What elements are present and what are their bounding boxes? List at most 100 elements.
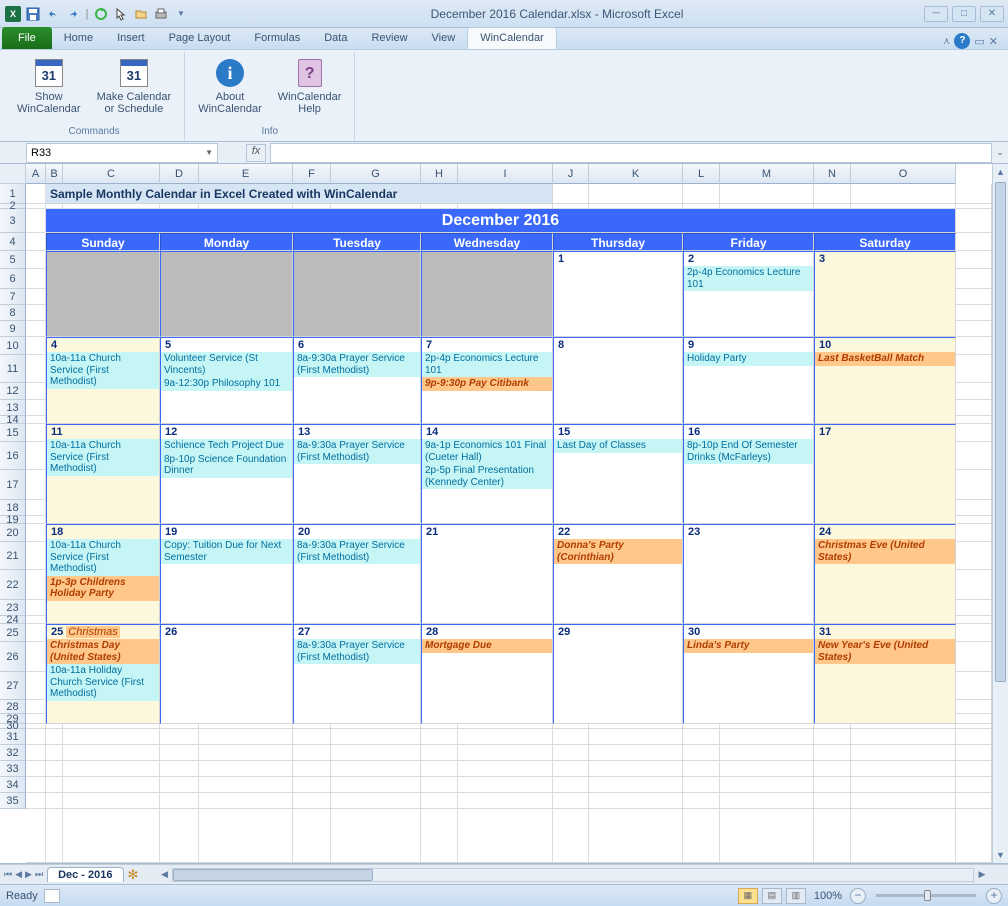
formula-input[interactable] — [270, 143, 992, 163]
name-box-input[interactable] — [31, 147, 205, 159]
row-header[interactable]: 11 — [0, 355, 26, 383]
column-header[interactable]: J — [553, 164, 589, 184]
calendar-event[interactable]: Volunteer Service (St Vincents) — [161, 352, 292, 377]
calendar-event[interactable]: 8a-9:30a Prayer Service (First Methodist… — [294, 539, 420, 564]
column-header[interactable]: F — [293, 164, 331, 184]
page-layout-view-button[interactable]: ▤ — [762, 888, 782, 904]
row-header[interactable]: 16 — [0, 442, 26, 470]
tab-wincalendar[interactable]: WinCalendar — [467, 27, 557, 49]
row-header[interactable]: 35 — [0, 793, 26, 809]
fx-button[interactable]: fx — [246, 144, 266, 162]
row-header[interactable]: 26 — [0, 642, 26, 672]
row-header[interactable]: 10 — [0, 337, 26, 355]
calendar-cell[interactable]: 168p-10p End Of Semester Drinks (McFarle… — [683, 424, 814, 524]
calendar-event[interactable]: 2p-5p Final Presentation (Kennedy Center… — [422, 464, 552, 489]
window-close-icon[interactable]: ✕ — [989, 35, 998, 48]
zoom-slider[interactable] — [876, 894, 976, 897]
help-icon[interactable]: ? — [954, 33, 970, 49]
vertical-scrollbar[interactable]: ▲ ▼ — [992, 164, 1008, 863]
calendar-cell[interactable]: 15 Last Day of Classes — [553, 424, 683, 524]
calendar-event[interactable]: 2p-4p Economics Lecture 101 — [422, 352, 552, 377]
row-header[interactable]: 27 — [0, 672, 26, 700]
expand-formula-icon[interactable]: ⌄ — [992, 147, 1008, 158]
row-header[interactable]: 7 — [0, 289, 26, 305]
row-header[interactable]: 12 — [0, 383, 26, 400]
tab-home[interactable]: Home — [52, 27, 105, 49]
cursor-icon[interactable] — [112, 5, 130, 23]
column-header[interactable]: I — [458, 164, 553, 184]
horizontal-scrollbar[interactable] — [172, 868, 974, 882]
calendar-cell[interactable]: 138a-9:30a Prayer Service (First Methodi… — [293, 424, 421, 524]
calendar-cell[interactable]: 278a-9:30a Prayer Service (First Methodi… — [293, 624, 421, 724]
qat-dropdown-icon[interactable]: ▼ — [172, 5, 190, 23]
calendar-event[interactable]: Last Day of Classes — [554, 439, 682, 453]
row-header[interactable]: 8 — [0, 305, 26, 321]
tab-formulas[interactable]: Formulas — [242, 27, 312, 49]
ribbon-minimize-icon[interactable]: ⋏ — [943, 36, 950, 47]
row-header[interactable]: 17 — [0, 470, 26, 500]
macro-record-icon[interactable] — [44, 889, 60, 903]
column-header[interactable]: O — [851, 164, 956, 184]
calendar-event[interactable]: 9p-9:30p Pay Citibank — [422, 377, 552, 391]
open-icon[interactable] — [132, 5, 150, 23]
calendar-cell[interactable]: 23 — [683, 524, 814, 624]
calendar-event[interactable]: 8a-9:30a Prayer Service (First Methodist… — [294, 439, 420, 464]
calendar-event[interactable]: Christmas Day (United States) — [47, 639, 159, 664]
calendar-cell[interactable] — [46, 251, 160, 337]
scroll-down-icon[interactable]: ▼ — [993, 847, 1008, 863]
calendar-cell[interactable] — [421, 251, 553, 337]
calendar-event[interactable]: 9a-12:30p Philosophy 101 — [161, 377, 292, 391]
save-icon[interactable] — [24, 5, 42, 23]
scroll-thumb[interactable] — [995, 182, 1006, 682]
cells-area[interactable]: Sample Monthly Calendar in Excel Created… — [26, 184, 992, 863]
calendar-event[interactable]: 8a-9:30a Prayer Service (First Methodist… — [294, 352, 420, 377]
redo-icon[interactable] — [64, 5, 82, 23]
calendar-cell[interactable]: 12 Schience Tech Project Due8p-10p Scien… — [160, 424, 293, 524]
undo-icon[interactable] — [44, 5, 62, 23]
column-header[interactable]: A — [26, 164, 46, 184]
about-wincalendar-button[interactable]: i About WinCalendar — [193, 54, 267, 118]
row-header[interactable]: 34 — [0, 777, 26, 793]
tab-view[interactable]: View — [420, 27, 468, 49]
calendar-cell[interactable] — [293, 251, 421, 337]
tab-page-layout[interactable]: Page Layout — [157, 27, 243, 49]
scroll-left-icon[interactable]: ◀ — [156, 869, 172, 880]
calendar-cell[interactable]: 149a-1p Economics 101 Final (Cueter Hall… — [421, 424, 553, 524]
calendar-event[interactable]: 1p-3p Childrens Holiday Party — [47, 576, 159, 601]
row-header[interactable]: 31 — [0, 729, 26, 745]
column-header[interactable]: H — [421, 164, 458, 184]
calendar-cell[interactable]: 10Last BasketBall Match — [814, 337, 956, 424]
calendar-event[interactable]: 10a-11a Church Service (First Methodist) — [47, 539, 159, 576]
column-header[interactable]: D — [160, 164, 199, 184]
row-header[interactable]: 6 — [0, 269, 26, 289]
row-header[interactable]: 22 — [0, 570, 26, 600]
zoom-percent[interactable]: 100% — [814, 890, 842, 902]
tab-data[interactable]: Data — [312, 27, 359, 49]
row-header[interactable]: 25 — [0, 624, 26, 642]
window-restore-icon[interactable]: ▭ — [974, 35, 984, 48]
calendar-cell[interactable]: 1 — [553, 251, 683, 337]
show-wincalendar-button[interactable]: 31 Show WinCalendar — [12, 54, 86, 118]
row-header[interactable]: 24 — [0, 616, 26, 624]
calendar-event[interactable]: New Year's Eve (United States) — [815, 639, 955, 664]
maximize-button[interactable]: □ — [952, 6, 976, 22]
calendar-event[interactable]: Mortgage Due — [422, 639, 552, 653]
column-header[interactable]: B — [46, 164, 63, 184]
row-header[interactable]: 5 — [0, 251, 26, 269]
row-header[interactable]: 20 — [0, 524, 26, 542]
column-header[interactable]: N — [814, 164, 851, 184]
calendar-cell[interactable]: 68a-9:30a Prayer Service (First Methodis… — [293, 337, 421, 424]
page-break-view-button[interactable]: ▥ — [786, 888, 806, 904]
row-header[interactable]: 33 — [0, 761, 26, 777]
calendar-event[interactable]: 8a-9:30a Prayer Service (First Methodist… — [294, 639, 420, 664]
calendar-cell[interactable]: 31 New Year's Eve (United States) — [814, 624, 956, 724]
row-header[interactable]: 15 — [0, 424, 26, 442]
calendar-event[interactable]: 8p-10p Science Foundation Dinner — [161, 453, 292, 478]
zoom-out-button[interactable]: − — [850, 888, 866, 904]
calendar-event[interactable]: Holiday Party — [684, 352, 813, 366]
calendar-event[interactable]: 10a-11a Church Service (First Methodist) — [47, 352, 159, 389]
name-box[interactable]: ▼ — [26, 143, 218, 163]
calendar-cell[interactable]: 22p-4p Economics Lecture 101 — [683, 251, 814, 337]
calendar-event[interactable]: Donna's Party (Corinthian) — [554, 539, 682, 564]
calendar-cell[interactable] — [160, 251, 293, 337]
